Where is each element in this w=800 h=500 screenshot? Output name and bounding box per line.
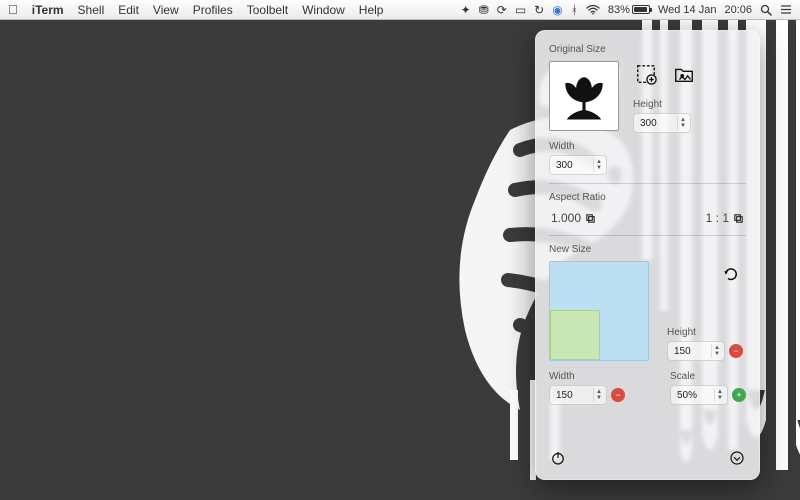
selection-add-icon — [635, 63, 657, 85]
chevron-down-circle-icon — [728, 449, 746, 467]
stepper[interactable]: ▲▼ — [677, 116, 688, 130]
bluetooth-icon[interactable]: ᚼ — [571, 3, 578, 17]
menu-view[interactable]: View — [153, 3, 179, 17]
battery-percent: 83% — [608, 4, 630, 16]
divider — [549, 235, 746, 236]
size-preview-original — [549, 261, 649, 361]
menu-help[interactable]: Help — [359, 3, 384, 17]
battery-indicator[interactable]: 83% — [608, 4, 650, 16]
new-size-label: New Size — [549, 244, 746, 255]
apple-menu[interactable]:  — [8, 2, 18, 17]
new-height-value: 150 — [674, 346, 691, 357]
resize-panel: Original Size — [535, 30, 760, 480]
tulip-icon — [559, 71, 609, 121]
wifi-icon[interactable] — [586, 5, 600, 15]
new-width-label: Width — [549, 371, 625, 382]
original-image-thumbnail[interactable] — [549, 61, 619, 131]
new-width-input[interactable]: 150 ▲▼ — [549, 385, 607, 405]
spotlight-icon[interactable] — [760, 4, 772, 16]
menu-shell[interactable]: Shell — [78, 3, 105, 17]
desktop: Original Size — [0, 20, 800, 500]
scale-input[interactable]: 50% ▲▼ — [670, 385, 728, 405]
menubar-left:  iTerm Shell Edit View Profiles Toolbel… — [8, 2, 383, 17]
size-preview-new — [550, 310, 600, 360]
original-height-label: Height — [633, 99, 697, 110]
do-not-disturb-icon[interactable]: ◉ — [552, 3, 562, 17]
copy-ratio-button[interactable] — [733, 213, 744, 224]
stepper[interactable]: ▲▼ — [593, 158, 604, 172]
undo-button[interactable] — [722, 265, 740, 286]
battery-icon — [632, 5, 650, 14]
evernote-icon[interactable]: ✦ — [461, 3, 471, 17]
menubar-date[interactable]: Wed 14 Jan — [658, 4, 717, 16]
capture-selection-button[interactable] — [633, 61, 659, 87]
undo-icon — [722, 265, 740, 283]
notification-center-icon[interactable] — [780, 4, 792, 15]
expand-button[interactable] — [728, 449, 746, 470]
copy-aspect-button[interactable] — [585, 213, 596, 224]
increase-scale-button[interactable]: + — [732, 388, 746, 402]
scale-label: Scale — [670, 371, 746, 382]
menu-profiles[interactable]: Profiles — [193, 3, 233, 17]
decrease-width-button[interactable]: − — [611, 388, 625, 402]
dropbox-icon[interactable]: ⛃ — [479, 3, 489, 17]
new-width-value: 150 — [556, 390, 573, 401]
folder-image-icon — [673, 63, 695, 85]
aspect-ratio-text: 1 : 1 — [706, 211, 729, 225]
aspect-ratio-value: 1.000 — [551, 211, 581, 225]
power-icon — [549, 449, 567, 467]
original-height-input[interactable]: 300 ▲▼ — [633, 113, 691, 133]
stepper[interactable]: ▲▼ — [714, 388, 725, 402]
original-width-label: Width — [549, 141, 746, 152]
menubar-time[interactable]: 20:06 — [724, 4, 752, 16]
divider — [549, 183, 746, 184]
menubar-right: ✦ ⛃ ⟳ ▭ ↻ ◉ ᚼ 83% Wed 14 Jan 20:06 — [461, 3, 792, 17]
stepper[interactable]: ▲▼ — [593, 388, 604, 402]
original-width-value: 300 — [556, 160, 573, 171]
sync-icon[interactable]: ↻ — [534, 3, 544, 17]
open-folder-button[interactable] — [671, 61, 697, 87]
power-button[interactable] — [549, 449, 567, 470]
new-height-label: Height — [667, 327, 743, 338]
original-size-label: Original Size — [549, 44, 746, 55]
menu-window[interactable]: Window — [302, 3, 345, 17]
stepper[interactable]: ▲▼ — [711, 344, 722, 358]
decrease-height-button[interactable]: − — [729, 344, 743, 358]
app-name[interactable]: iTerm — [32, 3, 64, 17]
new-height-input[interactable]: 150 ▲▼ — [667, 341, 725, 361]
original-width-input[interactable]: 300 ▲▼ — [549, 155, 607, 175]
menu-extra-icon[interactable]: ⟳ — [497, 3, 507, 17]
scale-value: 50% — [677, 390, 697, 401]
aspect-ratio-label: Aspect Ratio — [549, 192, 746, 203]
menu-edit[interactable]: Edit — [118, 3, 139, 17]
menu-toolbelt[interactable]: Toolbelt — [247, 3, 288, 17]
menubar:  iTerm Shell Edit View Profiles Toolbel… — [0, 0, 800, 20]
original-height-value: 300 — [640, 118, 657, 129]
menu-extra-icon-2[interactable]: ▭ — [515, 3, 526, 17]
